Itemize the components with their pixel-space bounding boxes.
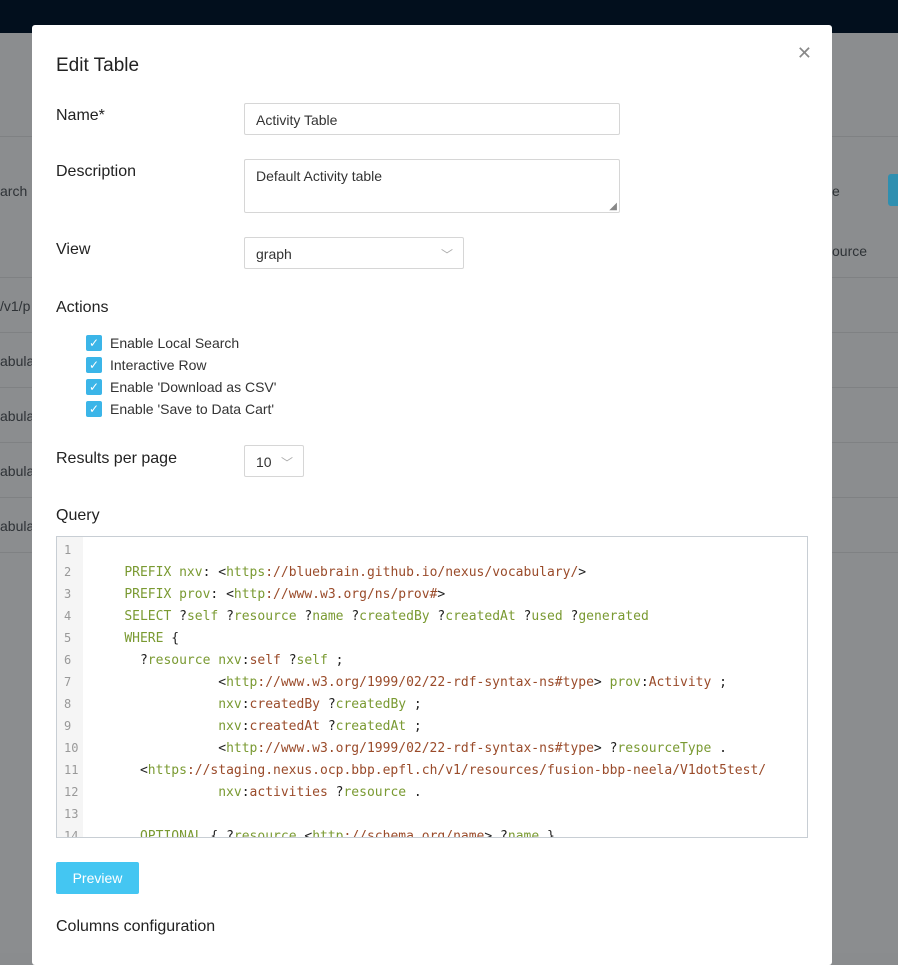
code-text: OPTIONAL { ?resource <http://schema.org/… [139, 829, 555, 838]
bg-button-text: e [832, 183, 840, 199]
code-line: 10 <http://www.w3.org/1999/02/22-rdf-syn… [57, 741, 807, 763]
modal-title: Edit Table [56, 55, 140, 76]
chevron-down-icon: ﹀ [280, 456, 293, 470]
code-text: <https://staging.nexus.ocp.bbp.epfl.ch/v… [93, 763, 767, 778]
view-select[interactable]: graph ﹀ [244, 237, 464, 269]
code-text: nxv:createdAt ?createdAt ; [218, 719, 422, 734]
preview-button[interactable]: Preview [56, 862, 139, 894]
code-line: 5 WHERE { [57, 631, 807, 653]
code-line: 6 ?resource nxv:self ?self ; [57, 653, 807, 675]
line-number: 9 [64, 719, 72, 733]
bg-row-text: abula [0, 353, 35, 369]
line-number: 3 [64, 587, 72, 601]
check-icon: ✓ [86, 357, 102, 373]
line-number: 5 [64, 631, 72, 645]
bg-column-header: ource [832, 243, 868, 259]
description-label: Description [56, 163, 137, 180]
line-number: 14 [64, 829, 79, 838]
code-line: 1 [57, 543, 807, 565]
code-text: PREFIX prov: <http://www.w3.org/ns/prov#… [124, 587, 446, 602]
code-text: PREFIX nxv: <https://bluebrain.github.io… [124, 565, 587, 580]
bg-row-text: abula [0, 518, 35, 534]
code-text: nxv:activities ?resource . [218, 785, 422, 800]
line-number: 7 [64, 675, 72, 689]
code-line: 8 nxv:createdBy ?createdBy ; [57, 697, 807, 719]
check-icon: ✓ [86, 379, 102, 395]
line-number: 11 [64, 763, 79, 777]
query-label: Query [56, 507, 100, 524]
line-number: 12 [64, 785, 79, 799]
checkbox-enable-local-search[interactable]: ✓ Enable Local Search [86, 335, 239, 351]
bg-row-text: /v1/p [0, 298, 31, 314]
columns-configuration-label: Columns configuration [56, 918, 216, 935]
description-textarea[interactable]: Default Activity table ◢ [244, 159, 620, 213]
code-line: 4 SELECT ?self ?resource ?name ?createdB… [57, 609, 807, 631]
view-label: View [56, 241, 91, 258]
check-icon: ✓ [86, 335, 102, 351]
line-number: 6 [64, 653, 72, 667]
resize-handle-icon[interactable]: ◢ [609, 201, 617, 212]
results-per-page-select[interactable]: 10 ﹀ [244, 445, 304, 477]
results-per-page-label: Results per page [56, 450, 177, 467]
code-text: <http://www.w3.org/1999/02/22-rdf-syntax… [93, 741, 727, 756]
code-line: 13 [57, 807, 807, 829]
line-number: 10 [64, 741, 79, 755]
bg-row-text: abula [0, 408, 35, 424]
code-text: SELECT ?self ?resource ?name ?createdBy … [124, 609, 649, 624]
line-number: 13 [64, 807, 79, 821]
checkbox-download-csv[interactable]: ✓ Enable 'Download as CSV' [86, 379, 276, 395]
checkbox-save-data-cart[interactable]: ✓ Enable 'Save to Data Cart' [86, 401, 274, 417]
code-text: <http://www.w3.org/1999/02/22-rdf-syntax… [93, 675, 727, 690]
line-number: 2 [64, 565, 72, 579]
name-label: Name* [56, 107, 105, 124]
code-line: 3 PREFIX prov: <http://www.w3.org/ns/pro… [57, 587, 807, 609]
code-text: WHERE { [124, 631, 180, 646]
close-icon[interactable]: ✕ [797, 43, 812, 64]
code-line: 14 OPTIONAL { ?resource <http://schema.o… [57, 829, 807, 838]
code-text: ?resource nxv:self ?self ; [93, 653, 344, 668]
code-line: 2 PREFIX nxv: <https://bluebrain.github.… [57, 565, 807, 587]
code-line: 12 nxv:activities ?resource . [57, 785, 807, 807]
bg-row-text: abula [0, 463, 35, 479]
bg-search-text: arch [0, 183, 28, 199]
code-line: 9 nxv:createdAt ?createdAt ; [57, 719, 807, 741]
actions-label: Actions [56, 299, 109, 316]
code-text: nxv:createdBy ?createdBy ; [218, 697, 422, 712]
chevron-down-icon: ﹀ [440, 248, 453, 262]
query-editor[interactable]: 12 PREFIX nxv: <https://bluebrain.github… [56, 536, 808, 838]
line-number: 4 [64, 609, 72, 623]
check-icon: ✓ [86, 401, 102, 417]
checkbox-interactive-row[interactable]: ✓ Interactive Row [86, 357, 206, 373]
edit-table-modal: ✕ Edit Table Name* Activity Table Descri… [32, 25, 832, 965]
line-number: 8 [64, 697, 72, 711]
line-number: 1 [64, 543, 72, 557]
code-line: 7 <http://www.w3.org/1999/02/22-rdf-synt… [57, 675, 807, 697]
code-line: 11 <https://staging.nexus.ocp.bbp.epfl.c… [57, 763, 807, 785]
name-input[interactable]: Activity Table [244, 103, 620, 135]
